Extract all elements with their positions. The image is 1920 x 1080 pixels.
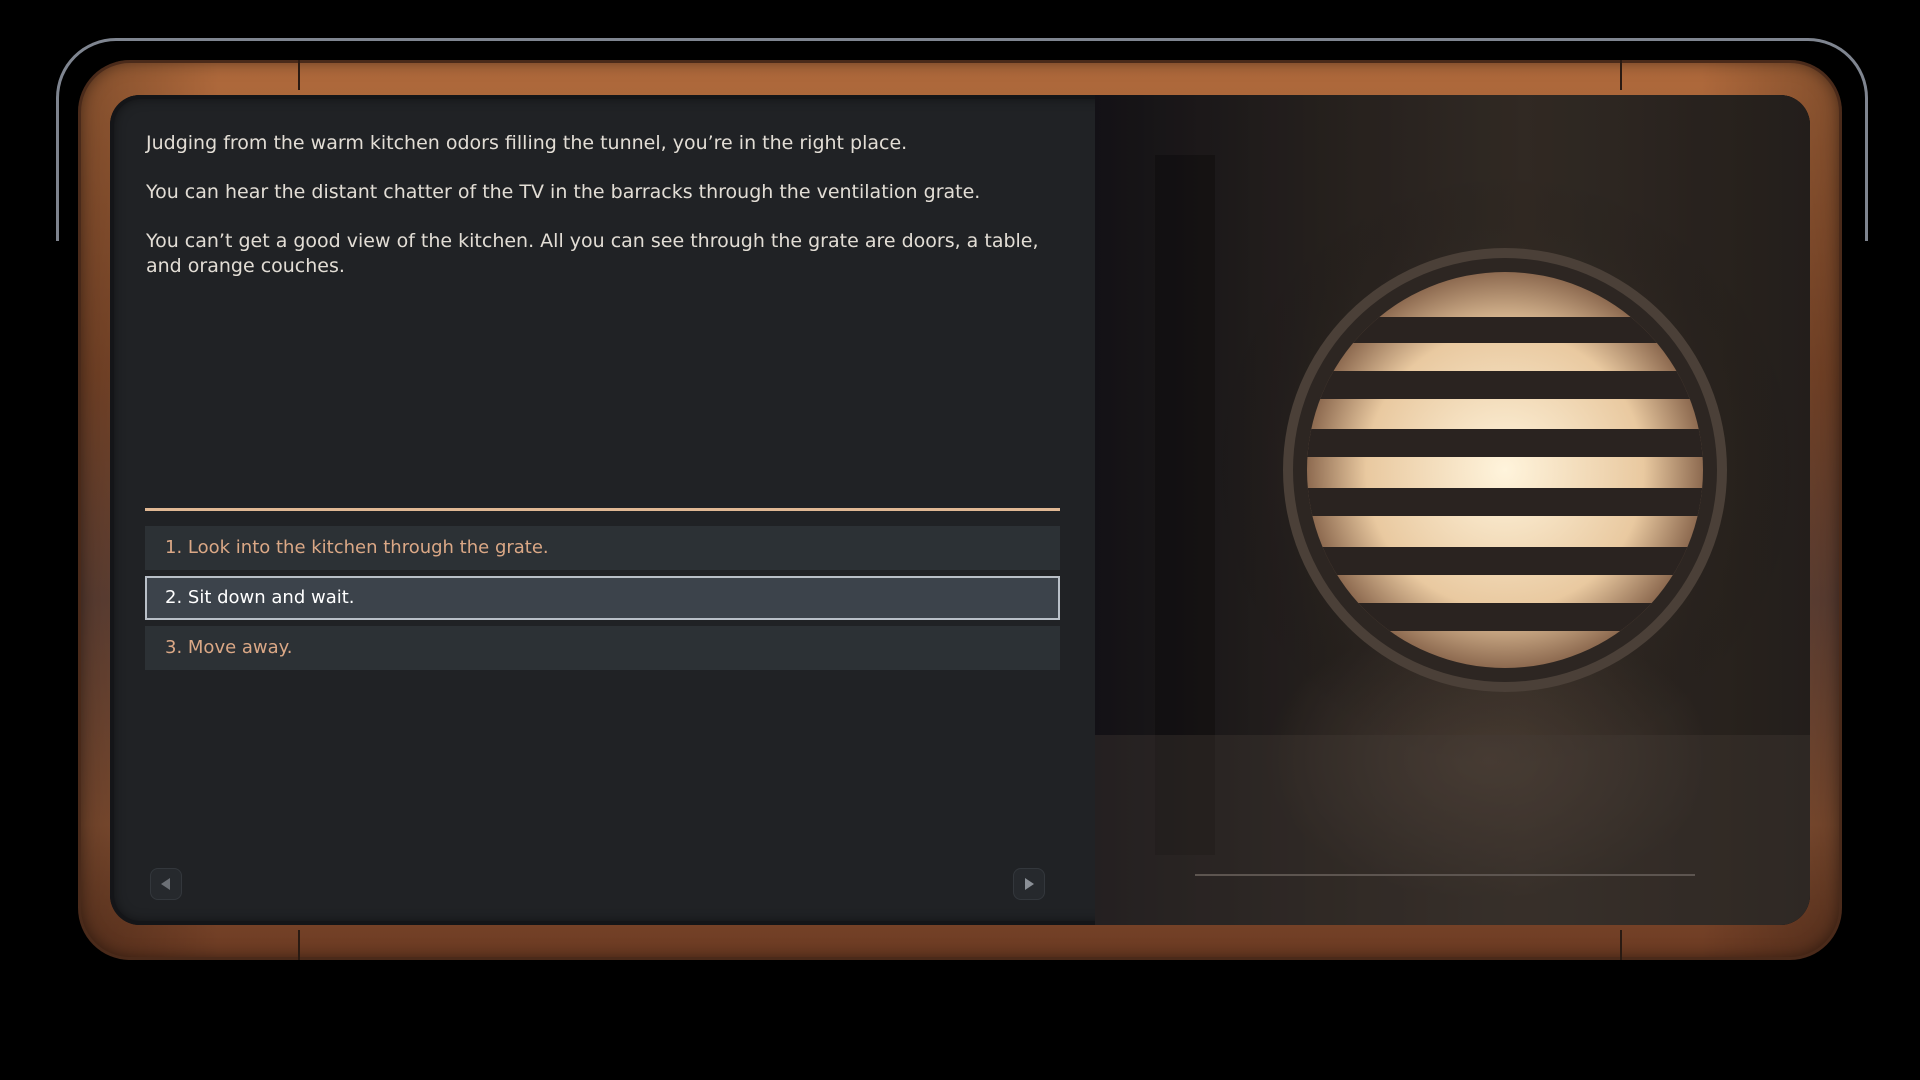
ventilation-grate-image: [1095, 95, 1810, 925]
narrative-paragraph: You can hear the distant chatter of the …: [146, 181, 981, 203]
frame-seam: [298, 60, 300, 90]
choice-option-2[interactable]: 2. Sit down and wait.: [145, 576, 1060, 620]
narrative-text: Judging from the warm kitchen odors fill…: [146, 131, 1066, 303]
frame-seam: [298, 930, 300, 960]
game-screen: Judging from the warm kitchen odors fill…: [0, 0, 1920, 1080]
next-page-button[interactable]: [1013, 868, 1045, 900]
choice-list: 1. Look into the kitchen through the gra…: [145, 526, 1060, 676]
choices-divider: [145, 508, 1060, 511]
frame-seam: [1620, 60, 1622, 90]
triangle-right-icon: [1025, 878, 1034, 890]
previous-page-button[interactable]: [150, 868, 182, 900]
scene-illustration: [1095, 95, 1810, 925]
triangle-left-icon: [161, 878, 170, 890]
frame-seam: [1620, 930, 1622, 960]
choice-option-3[interactable]: 3. Move away.: [145, 626, 1060, 670]
narrative-paragraph: You can’t get a good view of the kitchen…: [146, 230, 1039, 277]
event-panel: Judging from the warm kitchen odors fill…: [110, 95, 1810, 925]
narrative-paragraph: Judging from the warm kitchen odors fill…: [146, 132, 908, 154]
choice-option-1[interactable]: 1. Look into the kitchen through the gra…: [145, 526, 1060, 570]
